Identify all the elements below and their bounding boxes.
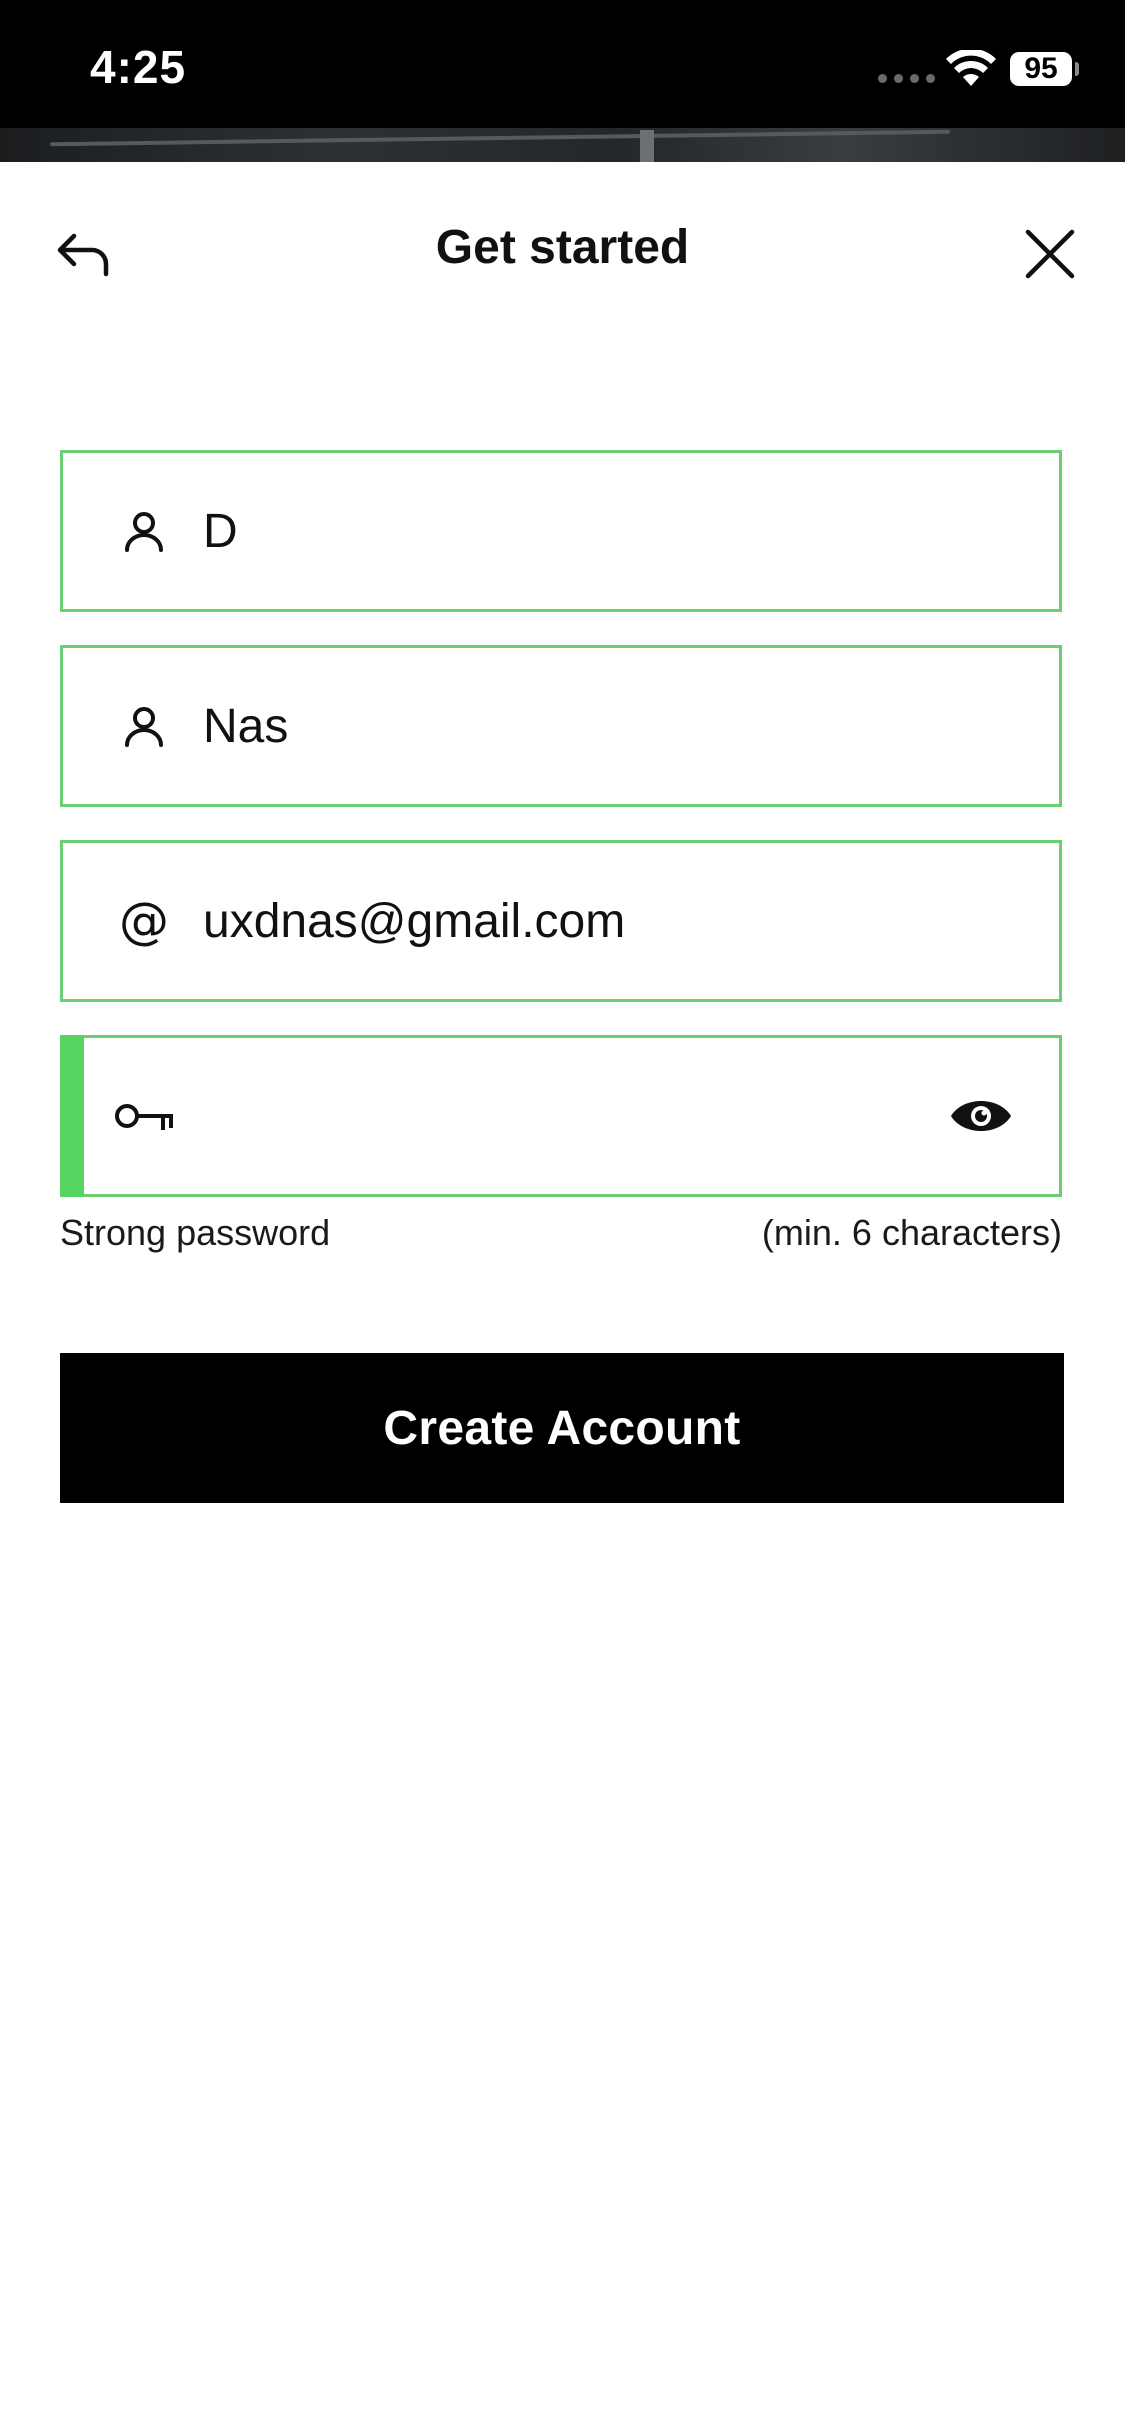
password-hint-row: Strong password (min. 6 characters)	[60, 1212, 1062, 1254]
cellular-signal-icon	[878, 74, 935, 83]
password-strength-indicator	[60, 1035, 84, 1197]
battery-cap	[1075, 62, 1079, 76]
background-image-detail	[640, 130, 654, 162]
at-icon: @	[119, 892, 169, 950]
eye-icon	[951, 1101, 1011, 1131]
email-input[interactable]	[203, 843, 983, 999]
wifi-icon	[946, 50, 996, 86]
person-icon	[121, 508, 167, 554]
password-requirement-label: (min. 6 characters)	[761, 1212, 1062, 1253]
first-name-field[interactable]	[60, 450, 1062, 612]
background-image-peek	[0, 128, 1125, 162]
page-title: Get started	[435, 221, 690, 274]
status-time: 4:25	[90, 41, 187, 93]
password-field[interactable]	[60, 1035, 1062, 1197]
password-input[interactable]	[203, 1038, 983, 1194]
battery-indicator: 95	[1010, 52, 1072, 86]
key-icon	[113, 1093, 177, 1139]
status-bar: 4:25 95	[0, 0, 1125, 162]
email-field[interactable]: @	[60, 840, 1062, 1002]
person-icon	[121, 703, 167, 749]
signup-screen: 4:25 95 Get started D Nas @ uxdnas@gmail…	[0, 0, 1125, 2436]
show-password-button[interactable]	[949, 1094, 1013, 1138]
sheet-header: Get started	[0, 162, 1125, 332]
password-strength-label: Strong password	[60, 1212, 331, 1253]
signup-sheet: Get started D Nas @ uxdnas@gmail.com Str…	[0, 162, 1125, 2436]
last-name-input[interactable]	[203, 648, 983, 804]
create-account-button[interactable]: Create Account	[60, 1353, 1064, 1503]
close-icon	[1025, 229, 1075, 279]
first-name-input[interactable]	[203, 453, 983, 609]
last-name-field[interactable]	[60, 645, 1062, 807]
close-button[interactable]	[1018, 222, 1082, 286]
